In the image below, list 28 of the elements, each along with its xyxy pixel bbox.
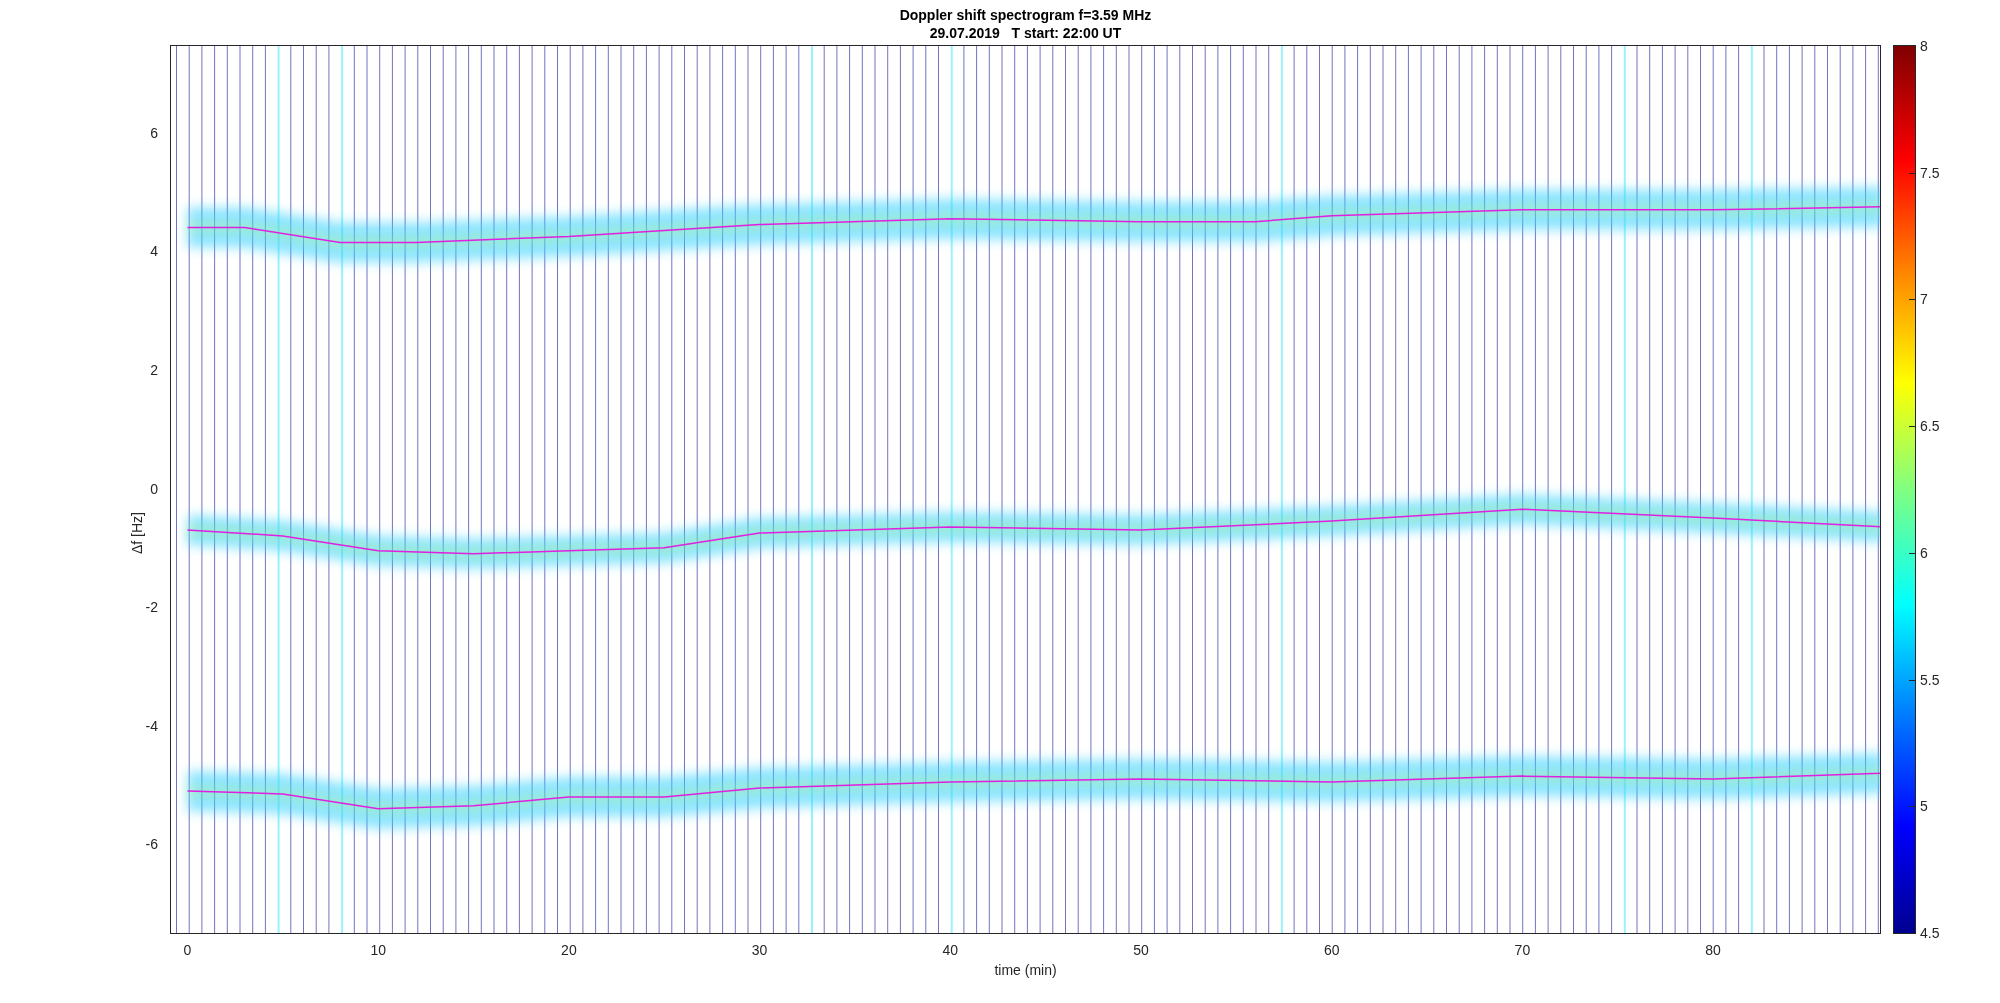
colorbar-tick-label: 7.5 xyxy=(1920,164,1940,181)
colorbar-tick-label: 7 xyxy=(1920,291,1928,308)
axis-tick-label: 6 xyxy=(150,124,158,141)
colorbar-tick-label: 5.5 xyxy=(1920,671,1940,688)
axis-tick-label: -2 xyxy=(145,599,158,616)
axis-tick-label: 0 xyxy=(150,480,158,497)
axis-tick-label: 40 xyxy=(942,942,959,958)
colorbar-tick-label: 4.5 xyxy=(1920,925,1940,941)
axis-tick-label: 30 xyxy=(751,942,768,958)
plot-title: Doppler shift spectrogram f=3.59 MHz xyxy=(899,6,1152,24)
colorbar-tick-label: 8 xyxy=(1920,38,1928,54)
colorbar-tick-label: 6 xyxy=(1920,544,1928,561)
axis-tick-label: 80 xyxy=(1705,942,1721,958)
axis-tick-label: 50 xyxy=(1133,942,1149,958)
axis-tick-label: 0 xyxy=(183,942,192,958)
axis-tick-label: 4 xyxy=(150,243,158,260)
colorbar-tick-label: 6.5 xyxy=(1920,418,1940,435)
axis-tick-label: 60 xyxy=(1323,942,1340,958)
axis-label: time (min) xyxy=(994,962,1057,978)
plot-title: 29.07.2019 T start: 22:00 UT xyxy=(929,24,1122,42)
axis-tick-label: 70 xyxy=(1514,942,1531,958)
axis-tick-label: 10 xyxy=(370,942,386,958)
axis-label: Δf [Hz] xyxy=(129,512,145,554)
axis-tick-label: -4 xyxy=(145,717,158,734)
colorbar-tick-label: 5 xyxy=(1920,798,1928,815)
axis-tick-label: 20 xyxy=(561,942,577,958)
axis-tick-label: -6 xyxy=(145,836,158,853)
axis-tick-label: 2 xyxy=(150,361,158,378)
